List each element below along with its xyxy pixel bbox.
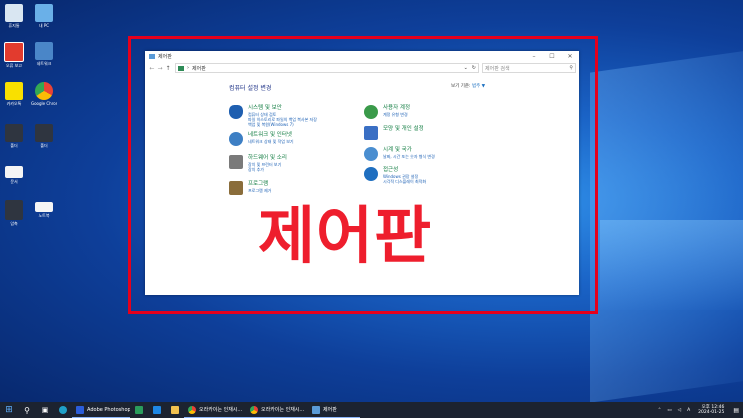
desktop-icon-document[interactable]: 문서 xyxy=(1,166,27,184)
task-view-icon[interactable]: ▣ xyxy=(36,402,54,418)
taskbar-app[interactable]: Adobe Photoshop ... xyxy=(72,402,130,418)
desktop-icon-app[interactable]: 오류 보고 xyxy=(1,42,27,68)
desktop-icon-recycle-bin[interactable]: 휴지통 xyxy=(1,4,27,28)
control-panel-icon xyxy=(312,405,320,414)
folder-icon xyxy=(171,406,179,414)
desktop-icon-folder[interactable]: 폴더 xyxy=(1,124,27,148)
wallpaper-light xyxy=(600,220,743,310)
app-icon[interactable] xyxy=(148,402,166,418)
chart-icon xyxy=(135,406,143,414)
system-tray: ⌃ ▭ ◁ A 오후 12:46 2024-01-25 ▤ xyxy=(655,405,743,415)
desktop-icon-network[interactable]: 네트워크 xyxy=(31,42,57,66)
recycle-bin-icon xyxy=(5,4,23,22)
chevron-up-icon[interactable]: ⌃ xyxy=(658,408,662,413)
monitor-icon xyxy=(35,4,53,22)
desktop-icon-laptop[interactable]: 노트북 xyxy=(31,202,57,218)
alert-icon xyxy=(4,42,24,62)
edge-icon[interactable] xyxy=(54,402,72,418)
desktop-icon-archive[interactable]: 압축 xyxy=(1,200,27,226)
folder-icon xyxy=(5,124,23,142)
notification-icon[interactable]: ▤ xyxy=(733,407,739,414)
taskbar-app[interactable]: 오라카이는 인재시... xyxy=(184,402,246,418)
network-icon[interactable]: ▭ xyxy=(667,408,671,413)
chrome-icon xyxy=(188,405,196,414)
highlight-frame xyxy=(128,36,598,314)
clock[interactable]: 오후 12:46 2024-01-25 xyxy=(698,405,724,415)
desktop-icon-chrome[interactable]: Google Chrome xyxy=(31,82,57,106)
kakaotalk-icon xyxy=(5,82,23,100)
taskbar-app[interactable]: 오라카이는 인재시... xyxy=(246,402,308,418)
file-explorer-icon[interactable] xyxy=(166,402,184,418)
chrome-icon xyxy=(35,82,53,100)
archive-icon xyxy=(5,200,23,220)
chrome-icon xyxy=(250,405,258,414)
chart-app-icon[interactable] xyxy=(130,402,148,418)
overlay-title: 제어판 xyxy=(258,199,433,272)
desktop-icon-folder[interactable]: 폴더 xyxy=(31,124,57,148)
network-icon xyxy=(35,42,53,60)
photoshop-icon xyxy=(76,405,84,414)
document-icon xyxy=(5,166,23,178)
desktop-icon-kakaotalk[interactable]: 카카오톡 xyxy=(1,82,27,106)
laptop-icon xyxy=(35,202,53,212)
clock-date: 2024-01-25 xyxy=(698,410,725,415)
language-indicator[interactable]: A xyxy=(687,408,690,413)
blue-app-icon xyxy=(153,406,161,414)
desktop-icon-this-pc[interactable]: 내 PC xyxy=(31,4,57,28)
start-button[interactable]: ⊞ xyxy=(0,402,18,418)
folder-icon xyxy=(35,124,53,142)
taskbar: ⊞ ⚲ ▣ Adobe Photoshop ... 오라카이는 인재시... 오… xyxy=(0,402,743,418)
volume-icon[interactable]: ◁ xyxy=(678,408,681,413)
taskbar-app[interactable]: 제어판 xyxy=(308,402,360,418)
search-icon[interactable]: ⚲ xyxy=(18,402,36,418)
edge-logo xyxy=(59,406,67,414)
